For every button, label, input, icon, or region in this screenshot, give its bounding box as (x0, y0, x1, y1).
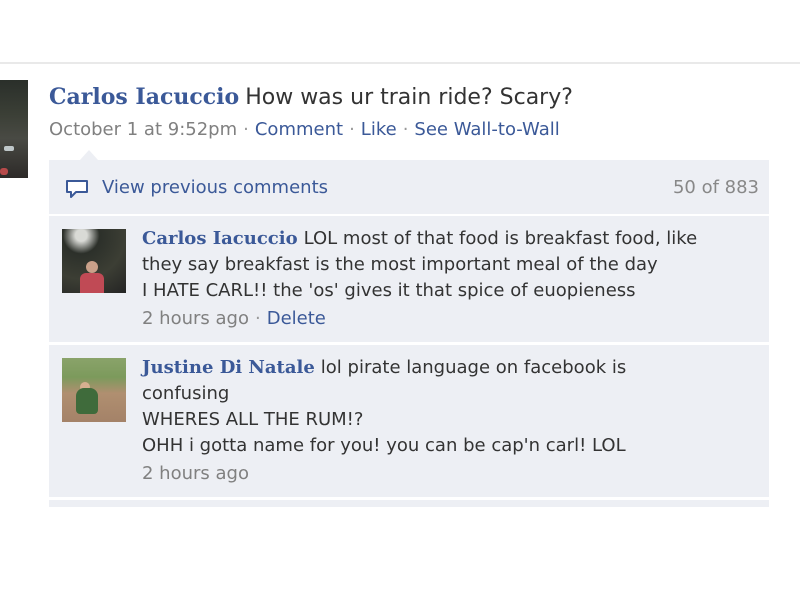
avatar-detail (86, 261, 98, 273)
comment-link[interactable]: Comment (255, 119, 343, 140)
comment-text-line: they say breakfast is the most important… (142, 254, 658, 275)
comment-avatar[interactable] (62, 358, 126, 422)
avatar-detail (0, 168, 8, 175)
comment-text-line: OHH i gotta name for you! you can be cap… (142, 435, 626, 456)
comment-item: Justine Di Natale lol pirate language on … (49, 345, 769, 500)
story-author-link[interactable]: Carlos Iacuccio (49, 84, 239, 110)
comment-time: 2 hours ago (142, 308, 249, 329)
separator-dot: · (243, 119, 249, 140)
comment-author-link[interactable]: Justine Di Natale (142, 357, 315, 378)
comment-text-line: Justine Di Natale lol pirate language on … (142, 355, 769, 381)
story-meta: October 1 at 9:52pm · Comment · Like · See Wal… (49, 116, 769, 144)
delete-comment-link[interactable]: Delete (267, 308, 326, 329)
separator-dot: · (254, 308, 261, 329)
separator-dot: · (402, 119, 409, 140)
story-author-avatar[interactable] (0, 80, 28, 178)
comment-text-line: WHERES ALL THE RUM!? (142, 409, 364, 430)
avatar-detail (76, 388, 98, 414)
avatar-detail (80, 273, 104, 293)
comment-bubble-icon (66, 180, 88, 198)
comments-panel: View previous comments 50 of 883 Carlos … (49, 160, 769, 507)
comment-text-line: Carlos Iacuccio LOL most of that food is … (142, 226, 769, 252)
separator-dot: · (349, 119, 355, 140)
comment-item: Carlos Iacuccio LOL most of that food is … (49, 216, 769, 345)
wall-feed: Carlos Iacuccio How was ur train ride? Sc… (0, 0, 800, 600)
wall-post: Carlos Iacuccio How was ur train ride? Sc… (49, 82, 769, 144)
story-timestamp[interactable]: October 1 at 9:52pm (49, 119, 237, 140)
divider (0, 62, 800, 64)
see-wall-to-wall-link[interactable]: See Wall-to-Wall (414, 119, 559, 140)
comment-author-link[interactable]: Carlos Iacuccio (142, 228, 298, 249)
comment-time: 2 hours ago (142, 463, 249, 484)
story-text: How was ur train ride? Scary? (245, 85, 573, 110)
add-comment-bar (49, 500, 769, 507)
wall-post-header: Carlos Iacuccio How was ur train ride? Sc… (49, 82, 769, 113)
comment-text: LOL most of that food is breakfast food,… (303, 228, 698, 249)
comment-count: 50 of 883 (672, 177, 759, 198)
comment-text: lol pirate language on facebook is (320, 357, 627, 378)
comment-meta: 2 hours ago · Delete (142, 306, 769, 332)
comment-text-line: I HATE CARL!! the 'os' gives it that spi… (142, 280, 636, 301)
comments-caret (80, 150, 98, 160)
view-previous-comments-link[interactable]: View previous comments (102, 177, 328, 198)
comment-avatar[interactable] (62, 229, 126, 293)
avatar-detail (4, 146, 14, 151)
comment-text-line: confusing (142, 383, 230, 404)
view-previous-comments-row[interactable]: View previous comments 50 of 883 (49, 160, 769, 216)
like-link[interactable]: Like (361, 119, 397, 140)
